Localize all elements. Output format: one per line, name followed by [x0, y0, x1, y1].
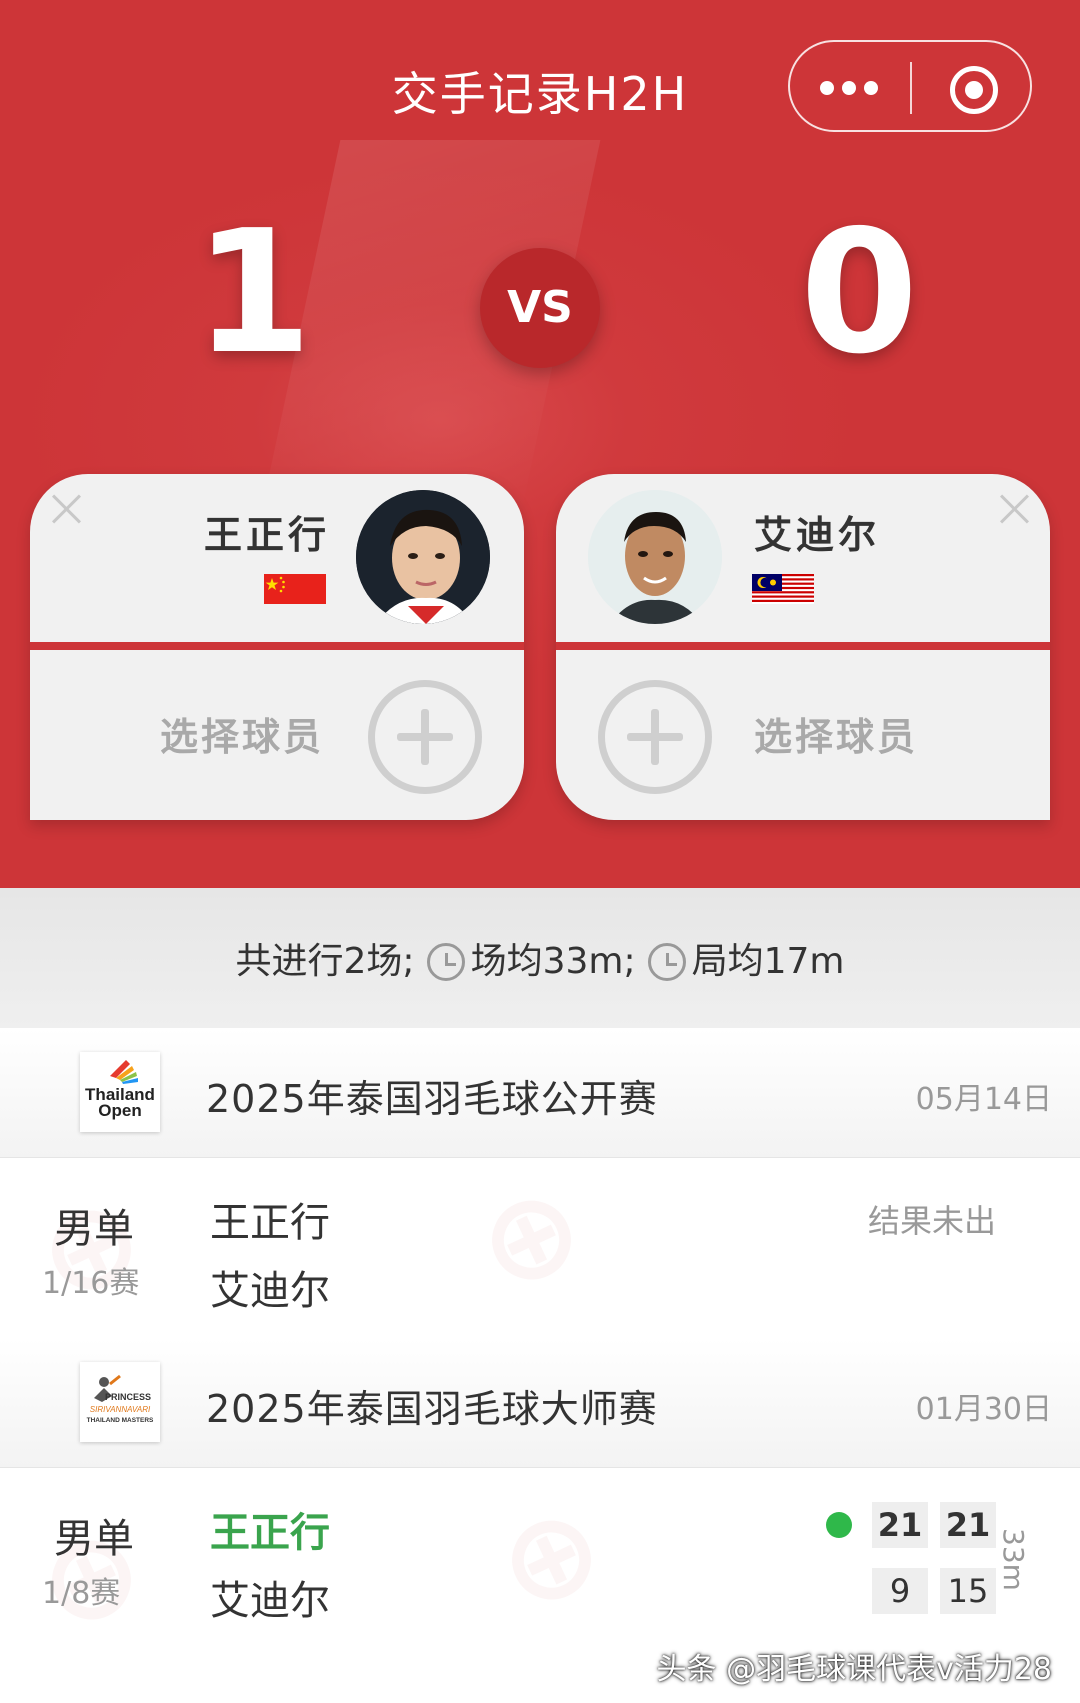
result-status: 结果未出 [868, 1202, 997, 1240]
select-player-label-right[interactable]: 选择球员 [754, 706, 918, 761]
event-name: 2025年泰国羽毛球公开赛 [206, 1077, 658, 1121]
game1-score-p2: 9 [872, 1568, 928, 1614]
event-name: 2025年泰国羽毛球大师赛 [206, 1387, 658, 1431]
thailand-masters-logo: PRINCESS SIRIVANNAVARI THAILAND MASTERS [80, 1362, 160, 1442]
match-row[interactable]: ⊕ ⊕ 男单 1/8赛 王正行 艾迪尔 21 21 9 15 33m [0, 1468, 1080, 1654]
player-avatar-left[interactable] [356, 490, 490, 624]
add-player-icon[interactable] [368, 680, 482, 794]
h2h-header: 交手记录H2H 1 VS 0 王正行 选择球员 艾迪尔 选择球员 [0, 0, 1080, 888]
avg-game-time: 局均17m [691, 941, 845, 982]
winner-dot-icon [826, 1512, 852, 1538]
match-round: 1/8赛 [42, 1576, 121, 1611]
player-card-right: 艾迪尔 选择球员 [556, 474, 1050, 820]
player1-name: 王正行 [210, 1200, 330, 1246]
player-name-right[interactable]: 艾迪尔 [754, 504, 880, 559]
match-duration: 33m [997, 1528, 1030, 1591]
select-player-label-left[interactable]: 选择球员 [160, 706, 324, 761]
match-type: 男单 [54, 1516, 134, 1562]
match-row[interactable]: ⊕ ⊕ 男单 1/16赛 王正行 艾迪尔 结果未出 [0, 1158, 1080, 1338]
dot [842, 81, 856, 95]
china-flag-icon [264, 574, 326, 604]
svg-text:SIRIVANNAVARI: SIRIVANNAVARI [90, 1405, 151, 1414]
event-header[interactable]: Thailand Open 2025年泰国羽毛球公开赛 05月14日 [0, 1028, 1080, 1158]
right-wins: 0 [800, 194, 919, 392]
dot [864, 81, 878, 95]
watermark: ⊕ [455, 1158, 606, 1322]
more-dots-icon[interactable] [820, 70, 884, 106]
close-icon[interactable] [48, 490, 86, 528]
clock-icon [647, 943, 686, 981]
player1-name-winner: 王正行 [210, 1510, 330, 1556]
capsule-divider [910, 62, 912, 114]
clock-icon [426, 943, 465, 981]
target-circle-icon[interactable] [950, 66, 998, 114]
event-date: 05月14日 [915, 1082, 1052, 1117]
add-player-icon[interactable] [598, 680, 712, 794]
source-credit: 头条 @羽毛球课代表v活力28 [656, 1652, 1052, 1687]
player-avatar-right[interactable] [588, 490, 722, 624]
svg-text:PRINCESS: PRINCESS [105, 1392, 151, 1402]
vs-badge: VS [480, 248, 600, 368]
malaysia-flag-icon [752, 574, 814, 604]
thailand-open-logo: Thailand Open [80, 1052, 160, 1132]
card-divider [30, 642, 524, 650]
avg-match-time: 场均33m; [470, 941, 636, 982]
left-wins: 1 [194, 194, 313, 392]
match-round: 1/16赛 [42, 1266, 140, 1301]
event-header[interactable]: PRINCESS SIRIVANNAVARI THAILAND MASTERS … [0, 1338, 1080, 1468]
player2-name: 艾迪尔 [210, 1268, 330, 1314]
mini-program-capsule [788, 40, 1032, 132]
svg-text:THAILAND MASTERS: THAILAND MASTERS [87, 1417, 154, 1424]
event-date: 01月30日 [915, 1392, 1052, 1427]
close-icon[interactable] [996, 490, 1034, 528]
player-card-left: 王正行 选择球员 [30, 474, 524, 820]
card-divider [556, 642, 1050, 650]
svg-text:Open: Open [98, 1101, 141, 1120]
game1-score-p1: 21 [872, 1502, 928, 1548]
player2-name: 艾迪尔 [210, 1578, 330, 1624]
match-type: 男单 [54, 1206, 134, 1252]
summary-stats-bar: 共进行2场; 场均33m; 局均17m [0, 888, 1080, 1028]
watermark: ⊕ [475, 1473, 626, 1642]
total-matches: 共进行2场; [235, 941, 415, 982]
game2-score-p2: 15 [940, 1568, 996, 1614]
game2-score-p1: 21 [940, 1502, 996, 1548]
dot [820, 81, 834, 95]
player-name-left[interactable]: 王正行 [204, 504, 330, 559]
